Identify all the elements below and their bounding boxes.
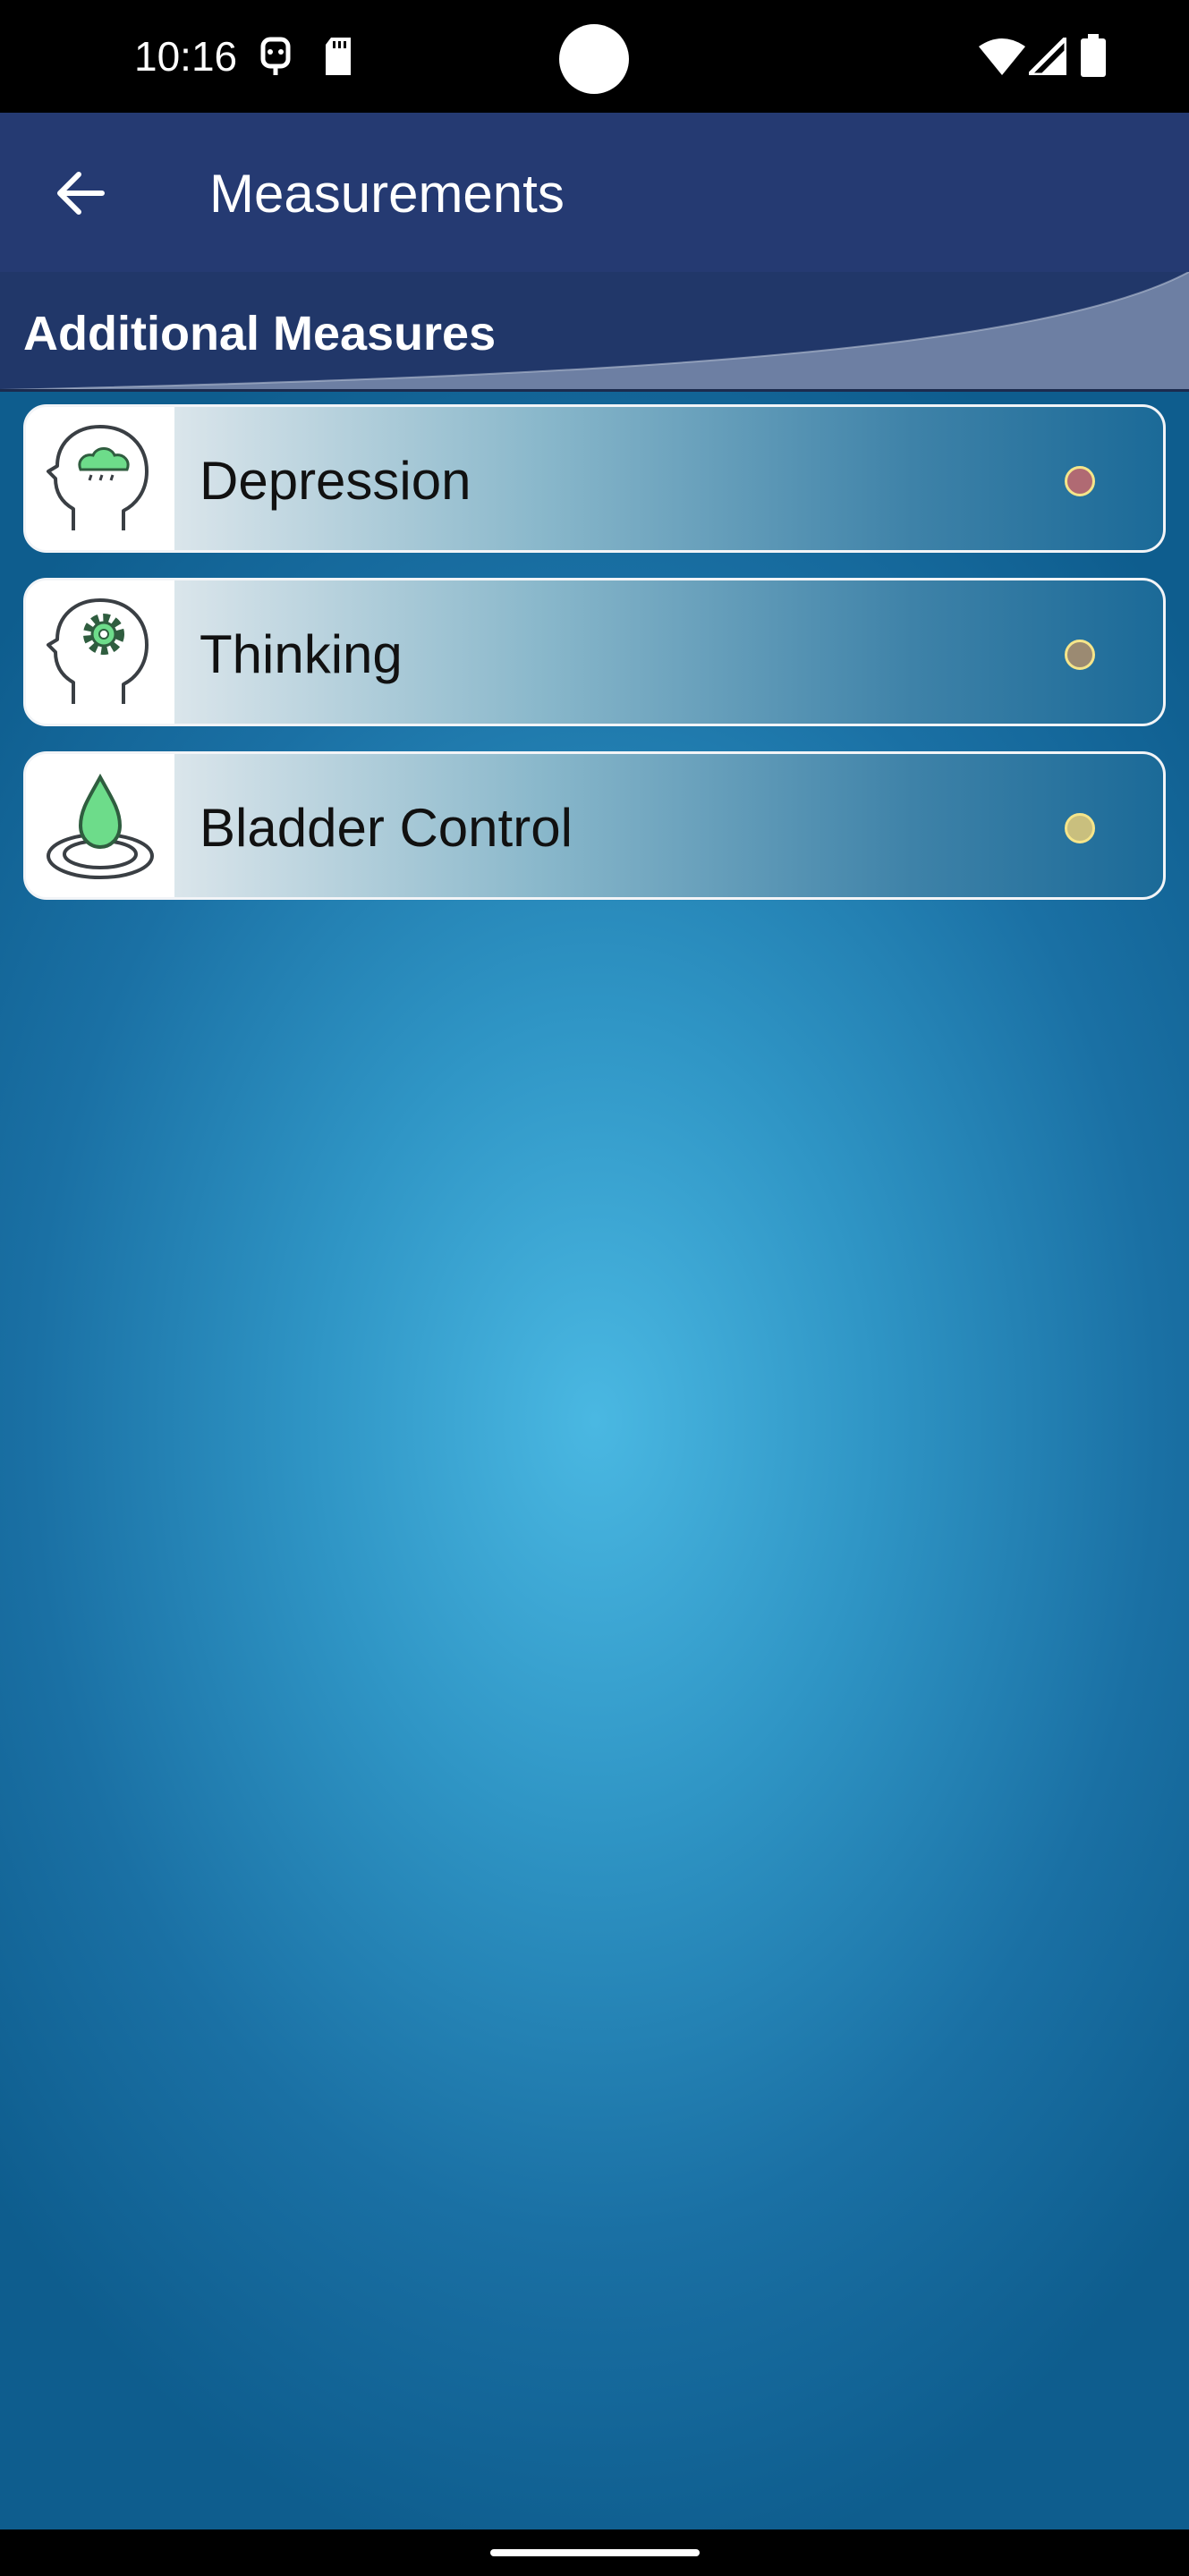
app-bar: Measurements: [0, 113, 1189, 272]
status-bar: 10:16: [0, 0, 1189, 113]
measures-list: Depression Thinking Bladder Control: [0, 392, 1189, 2529]
signal-icon: [1026, 35, 1069, 80]
head-cloud-icon: [47, 425, 149, 530]
item-label: Thinking: [200, 624, 403, 684]
list-item-thinking[interactable]: Thinking: [23, 578, 1166, 726]
item-label: Bladder Control: [200, 798, 573, 858]
list-item-depression[interactable]: Depression: [23, 404, 1166, 553]
item-label: Depression: [200, 451, 471, 511]
status-indicator: [1065, 813, 1095, 843]
assistant-icon: [258, 36, 293, 81]
status-time: 10:16: [134, 33, 238, 80]
head-gear-icon: [47, 598, 149, 704]
status-indicator: [1065, 640, 1095, 670]
home-gesture-handle[interactable]: [490, 2549, 700, 2556]
navigation-bar: [0, 2529, 1189, 2576]
item-icon-container: [26, 754, 174, 897]
item-icon-container: [26, 407, 174, 550]
item-icon-container: [26, 580, 174, 724]
section-title: Additional Measures: [23, 307, 497, 360]
page-title: Measurements: [209, 164, 565, 224]
front-camera: [559, 24, 629, 94]
wifi-icon: [979, 38, 1025, 80]
section-header: Additional Measures: [0, 272, 1189, 392]
water-drop-icon: [47, 773, 154, 879]
sd-card-icon: [322, 36, 354, 81]
list-item-bladder-control[interactable]: Bladder Control: [23, 751, 1166, 900]
status-indicator: [1065, 466, 1095, 496]
arrow-back-icon: [57, 172, 105, 215]
back-button[interactable]: [45, 157, 116, 229]
battery-icon: [1081, 34, 1106, 81]
